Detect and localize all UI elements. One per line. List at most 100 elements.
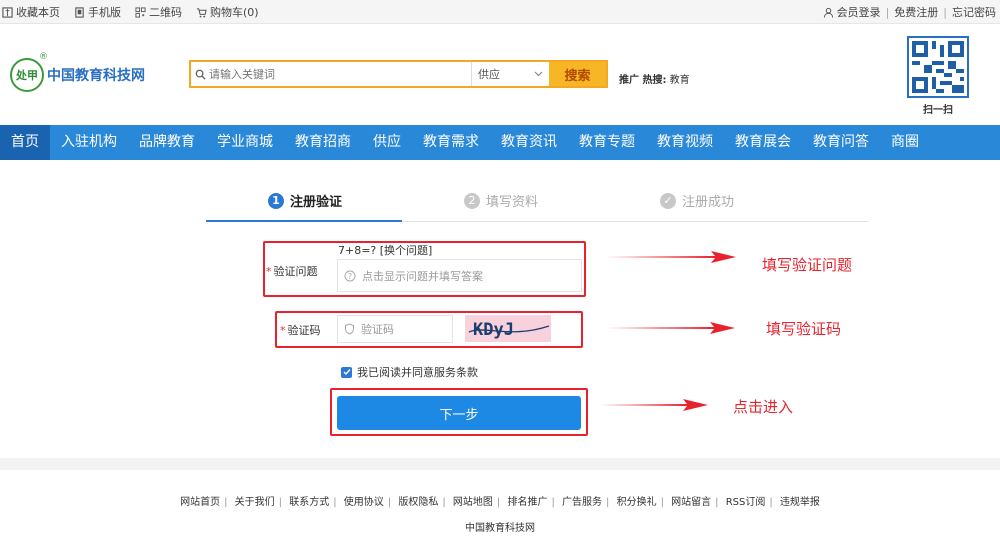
footer-link-report[interactable]: 违规举报 <box>780 497 820 508</box>
arrow-right-icon <box>606 322 735 334</box>
divider: | <box>715 497 719 508</box>
login-label: 会员登录 <box>836 6 881 19</box>
hot-search: 推广 热搜: 教育 <box>619 71 690 86</box>
mobile-label: 手机版 <box>88 6 121 19</box>
step-number: 2 <box>464 192 480 209</box>
step-label: 注册验证 <box>290 195 343 210</box>
search-input[interactable] <box>209 62 471 86</box>
step-success: ✓ 注册成功 <box>660 191 734 210</box>
logo-badge: 处甲 <box>10 58 44 92</box>
footer-copyright: 中国教育科技网 <box>465 523 535 534</box>
agree-label: 我已阅读并同意服务条款 <box>357 366 478 379</box>
qr-code-label: 扫一扫 <box>923 105 953 116</box>
site-name: 中国教育科技网 <box>47 68 145 84</box>
footer-link-points[interactable]: 积分换礼 <box>617 497 657 508</box>
divider: | <box>660 497 664 508</box>
search-bar: 供应 搜索 <box>189 60 608 88</box>
arrow-right-icon <box>605 251 736 263</box>
footer-link-sitemap[interactable]: 网站地图 <box>453 497 493 508</box>
hot-search-prefix: 推广 热搜: <box>619 75 667 86</box>
divider: | <box>442 497 446 508</box>
main-nav: 首页 入驻机构 品牌教育 学业商城 教育招商 供应 教育需求 教育资讯 教育专题… <box>0 125 1000 160</box>
divider: | <box>224 497 228 508</box>
login-link[interactable]: 会员登录 <box>823 4 881 20</box>
annotation-next: 点击进入 <box>733 398 794 416</box>
check-icon: ✓ <box>660 192 676 209</box>
nav-item-academic-mall[interactable]: 学业商城 <box>206 125 284 160</box>
step-number: 1 <box>268 192 284 209</box>
cart-icon <box>196 7 207 18</box>
qrcode-link[interactable]: 二维码 <box>135 4 182 20</box>
footer-link-terms[interactable]: 使用协议 <box>344 497 384 508</box>
chevron-down-icon <box>534 71 543 77</box>
footer-divider <box>0 458 1000 470</box>
bookmark-link[interactable]: 收藏本页 <box>2 4 60 20</box>
nav-item-education-qa[interactable]: 教育问答 <box>802 125 880 160</box>
footer-link-home[interactable]: 网站首页 <box>180 497 220 508</box>
nav-item-education-demand[interactable]: 教育需求 <box>412 125 490 160</box>
annotation-box-question <box>263 241 586 297</box>
agree-checkbox[interactable] <box>341 366 352 378</box>
qrcode-icon <box>135 6 146 18</box>
registered-mark: ® <box>39 52 48 62</box>
footer-link-privacy[interactable]: 版权隐私 <box>398 497 438 508</box>
footer-link-contact[interactable]: 联系方式 <box>289 497 329 508</box>
bookmark-icon <box>2 6 13 18</box>
qr-code-image <box>907 36 969 98</box>
search-category-select[interactable]: 供应 <box>471 62 549 86</box>
mobile-icon <box>75 6 84 18</box>
divider: | <box>885 5 890 19</box>
bookmark-label: 收藏本页 <box>16 6 60 19</box>
divider: | <box>387 497 392 508</box>
hot-search-term[interactable]: 教育 <box>670 75 690 86</box>
qrcode-label: 二维码 <box>149 6 182 19</box>
nav-item-education-topics[interactable]: 教育专题 <box>568 125 646 160</box>
top-bar-left: 收藏本页 手机版 二维码 购物车(0) <box>2 4 259 20</box>
top-bar-right: 会员登录 | 免费注册 | 忘记密码 <box>823 4 996 20</box>
divider: | <box>943 5 947 19</box>
nav-item-home[interactable]: 首页 <box>0 125 50 160</box>
agree-terms[interactable]: 我已阅读并同意服务条款 <box>341 364 478 380</box>
divider: | <box>278 497 283 508</box>
annotation-question: 填写验证问题 <box>762 256 853 274</box>
qr-code-block: 扫一扫 <box>907 36 969 116</box>
user-icon <box>823 7 833 18</box>
cart-link[interactable]: 购物车(0) <box>196 4 259 20</box>
footer-link-ranking[interactable]: 排名推广 <box>507 497 547 508</box>
divider: | <box>496 497 501 508</box>
registration-steps: 1 注册验证 2 填写资料 ✓ 注册成功 <box>206 186 868 222</box>
nav-item-institutions[interactable]: 入驻机构 <box>50 125 128 160</box>
nav-item-supply[interactable]: 供应 <box>362 125 412 160</box>
nav-item-business-circle[interactable]: 商圈 <box>880 125 930 160</box>
arrow-right-icon <box>599 399 708 411</box>
search-category-value: 供应 <box>478 68 500 81</box>
step-verify: 1 注册验证 <box>268 191 342 210</box>
annotation-code: 填写验证码 <box>766 320 842 338</box>
annotation-box-next <box>330 388 588 436</box>
annotation-box-code <box>275 311 583 348</box>
mobile-link[interactable]: 手机版 <box>74 4 121 20</box>
divider: | <box>333 497 337 508</box>
step-label: 注册成功 <box>682 195 735 210</box>
footer-link-about[interactable]: 关于我们 <box>235 497 275 508</box>
nav-item-education-investment[interactable]: 教育招商 <box>284 125 362 160</box>
search-button[interactable]: 搜索 <box>549 62 606 86</box>
site-logo[interactable]: 处甲 ® 中国教育科技网 <box>10 52 145 92</box>
step-label: 填写资料 <box>486 195 539 210</box>
divider: | <box>769 497 773 508</box>
nav-item-education-news[interactable]: 教育资讯 <box>490 125 568 160</box>
active-step-indicator <box>206 220 402 222</box>
divider: | <box>551 497 555 508</box>
register-link[interactable]: 免费注册 <box>894 4 938 20</box>
forgot-password-link[interactable]: 忘记密码 <box>952 4 996 20</box>
nav-item-brand-education[interactable]: 品牌教育 <box>128 125 206 160</box>
nav-item-education-expo[interactable]: 教育展会 <box>724 125 802 160</box>
divider: | <box>606 497 610 508</box>
search-icon <box>191 62 209 86</box>
footer-link-ads[interactable]: 广告服务 <box>562 497 602 508</box>
cart-label: 购物车(0) <box>210 6 259 19</box>
nav-item-education-videos[interactable]: 教育视频 <box>646 125 724 160</box>
step-fill-info: 2 填写资料 <box>464 191 538 210</box>
footer-link-guestbook[interactable]: 网站留言 <box>671 497 711 508</box>
footer-link-rss[interactable]: RSS订阅 <box>726 497 766 508</box>
